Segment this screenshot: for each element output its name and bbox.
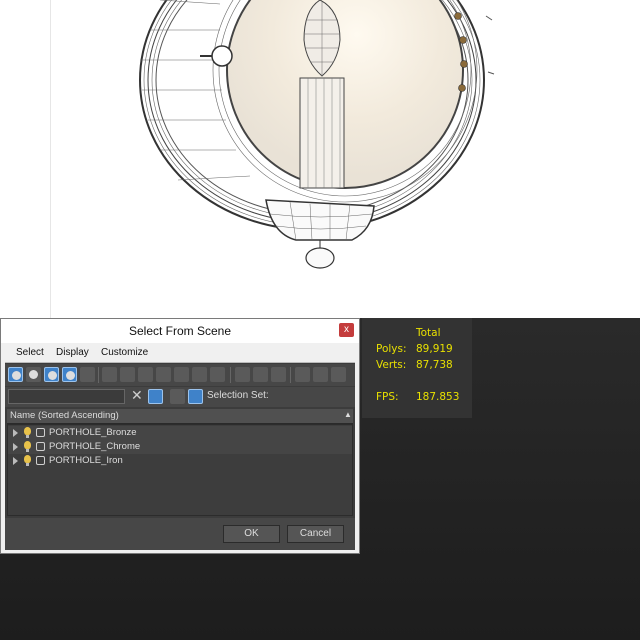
toolbar-separator [290,367,291,383]
list-item[interactable]: PORTHOLE_Iron [8,454,352,468]
light-bulb-icon [24,441,31,452]
list-item[interactable]: PORTHOLE_Chrome [8,440,352,454]
filter-funnel-icon[interactable] [295,367,310,382]
porthole-model-wireframe [139,0,495,269]
menu-customize[interactable]: Customize [101,347,148,358]
clear-search-icon[interactable]: ✕ [131,387,143,404]
fps-value: 187.853 [416,391,460,403]
list-item[interactable]: PORTHOLE_Bronze [8,426,352,440]
bones-filter-icon[interactable] [156,367,171,382]
list-item-label: PORTHOLE_Iron [49,455,123,466]
sort-ascending-icon: ▲ [344,410,352,419]
object-icon [36,428,45,437]
cancel-button[interactable]: Cancel [287,525,344,543]
display-all-icon[interactable] [235,367,250,382]
containers-filter-icon[interactable] [174,367,189,382]
filter-toggle-icon[interactable] [148,389,163,404]
toolbar-separator [230,367,231,383]
expand-arrow-icon[interactable] [13,457,18,465]
groups-filter-icon[interactable] [120,367,135,382]
spacewarps-filter-icon[interactable] [102,367,117,382]
lights-filter-icon[interactable] [44,367,59,382]
name-column-header[interactable]: Name (Sorted Ascending) ▲ [7,409,353,424]
shapes-filter-icon[interactable] [26,367,41,382]
filter-settings-icon[interactable] [331,367,346,382]
select-from-scene-dialog: Select From Scene x Select Display Custo… [0,318,360,554]
column-header-label: Name (Sorted Ascending) [10,410,119,421]
ok-button[interactable]: OK [223,525,280,543]
stats-overlay: Total Polys: 89,919 Verts: 87,738 FPS: 1… [362,318,472,418]
expand-arrow-icon[interactable] [13,429,18,437]
polys-value: 89,919 [416,343,453,355]
selection-set-label: Selection Set: [207,390,269,401]
close-button[interactable]: x [339,323,354,337]
display-none-icon[interactable] [253,367,268,382]
hidden-filter-icon[interactable] [210,367,225,382]
xrefs-filter-icon[interactable] [138,367,153,382]
dialog-titlebar[interactable]: Select From Scene x [1,319,359,343]
light-bulb-icon [24,455,31,466]
stats-header: Total [416,327,441,339]
filter-options-icon[interactable] [313,367,328,382]
menu-display[interactable]: Display [56,347,89,358]
polys-label: Polys: [376,343,407,355]
object-icon [36,456,45,465]
hierarchy-icon[interactable] [188,389,203,404]
object-icon [36,442,45,451]
viewport-3d[interactable] [0,0,640,318]
layers-icon[interactable] [170,389,185,404]
helpers-filter-icon[interactable] [80,367,95,382]
dialog-button-row: OK Cancel [5,518,355,550]
geometry-filter-icon[interactable] [8,367,23,382]
dialog-panel: Select Display Customize ✕ Selection Set… [5,344,355,550]
menu-bar: Select Display Customize [5,344,355,363]
cameras-filter-icon[interactable] [62,367,77,382]
list-item-label: PORTHOLE_Bronze [49,427,137,438]
dialog-title: Select From Scene [128,324,232,338]
filter-toolbar [5,364,355,386]
menu-select[interactable]: Select [16,347,44,358]
verts-label: Verts: [376,359,407,371]
expand-arrow-icon[interactable] [13,443,18,451]
scene-object-list: PORTHOLE_Bronze PORTHOLE_Chrome PORTHOLE… [7,424,353,516]
frozen-filter-icon[interactable] [192,367,207,382]
toolbar-separator [98,367,99,383]
list-item-label: PORTHOLE_Chrome [49,441,141,452]
verts-value: 87,738 [416,359,453,371]
search-input[interactable] [8,389,125,404]
search-toolbar: ✕ Selection Set: [5,387,355,407]
fps-label: FPS: [376,391,399,403]
display-invert-icon[interactable] [271,367,286,382]
light-bulb-icon [24,427,31,438]
